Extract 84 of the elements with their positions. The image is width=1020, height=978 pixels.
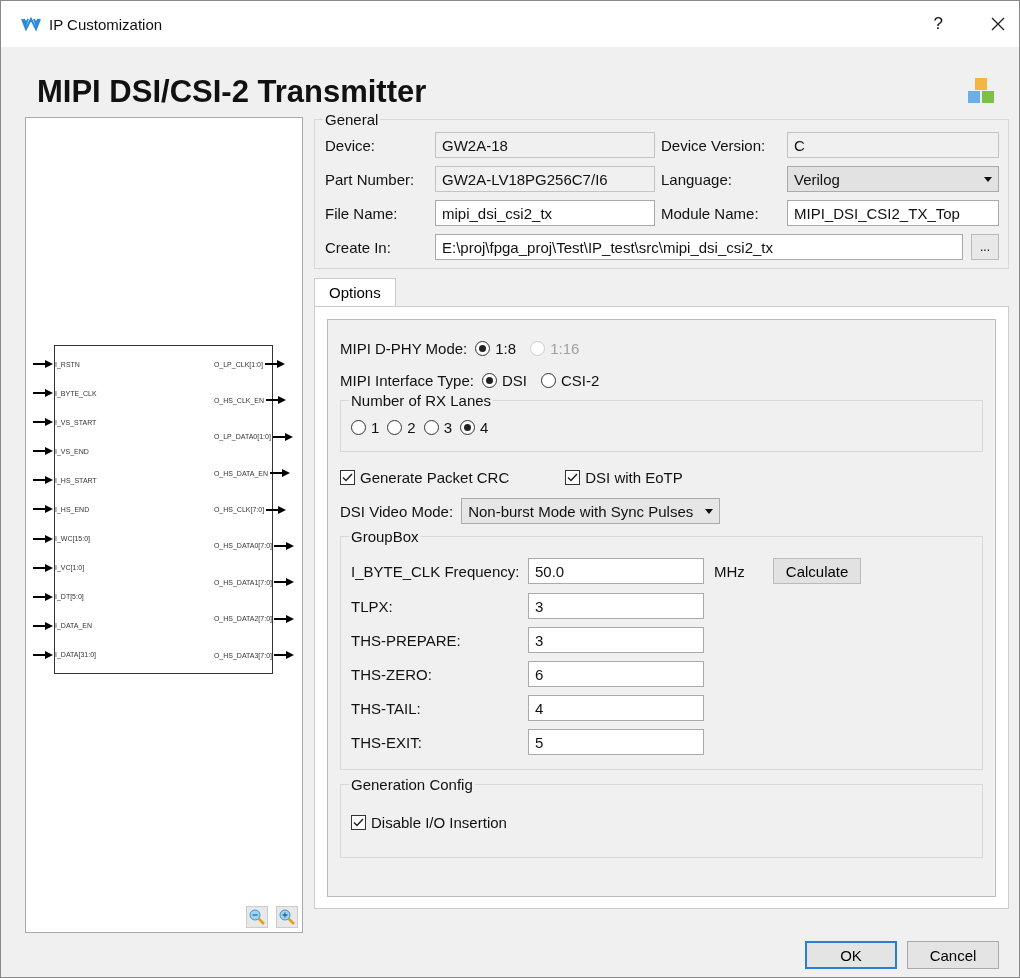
zoom-out-icon <box>249 909 265 925</box>
field-label: THS-ZERO: <box>351 665 433 683</box>
arrow-icon <box>33 389 53 398</box>
browse-button[interactable]: ... <box>971 234 999 260</box>
language-dropdown[interactable]: Verilog <box>787 166 999 192</box>
arrow-icon <box>33 592 53 601</box>
radio-option[interactable]: 4 <box>460 418 489 436</box>
zoom-in-button[interactable] <box>276 906 298 928</box>
arrow-icon <box>33 360 53 368</box>
arrow-icon <box>33 563 53 572</box>
input-field[interactable]: 6 <box>528 661 704 687</box>
readonly-field: C <box>787 132 999 158</box>
arrow-icon <box>274 651 294 659</box>
arrow-icon <box>33 534 53 543</box>
option-label: MIPI D-PHY Mode: <box>340 339 468 357</box>
checkbox[interactable]: Disable I/O Insertion <box>351 813 507 831</box>
arrow-icon <box>274 578 294 587</box>
zoom-out-button[interactable] <box>246 906 268 928</box>
field-label: THS-PREPARE: <box>351 631 462 649</box>
arrow-icon <box>33 447 53 456</box>
input-field[interactable]: mipi_dsi_csi2_tx <box>435 200 655 226</box>
field-label: THS-TAIL: <box>351 699 422 717</box>
input-field[interactable]: 3 <box>528 593 704 619</box>
radio-option[interactable]: 2 <box>387 418 416 436</box>
field-label: Part Number: <box>325 170 416 188</box>
group-title: General <box>324 111 380 128</box>
field-label: I_BYTE_CLK Frequency: <box>351 562 521 580</box>
field-label: Language: <box>661 170 733 188</box>
check-icon <box>567 472 579 482</box>
ok-button[interactable]: OK <box>805 941 897 969</box>
radio-option[interactable]: 1:8 <box>475 339 517 357</box>
tab[interactable]: Options <box>314 278 396 306</box>
group-title: Generation Config <box>350 776 474 793</box>
unit-label: MHz <box>714 562 745 580</box>
field-label: Create In: <box>325 238 392 256</box>
group-title: GroupBox <box>350 528 420 545</box>
input-field[interactable]: 3 <box>528 627 704 653</box>
option-label: MIPI Interface Type: <box>340 371 474 389</box>
input-field[interactable]: 50.0 <box>528 558 704 584</box>
checkbox[interactable]: DSI with EoTP <box>565 468 683 486</box>
arrow-icon <box>264 360 285 368</box>
check-icon <box>353 817 364 827</box>
radio-option[interactable]: 3 <box>423 418 453 436</box>
input-field[interactable]: 4 <box>528 695 704 721</box>
input-field[interactable]: MIPI_DSI_CSI2_TX_Top <box>787 200 999 226</box>
field-label: File Name: <box>325 204 399 222</box>
readonly-field: GW2A-LV18PG256C7/I6 <box>435 166 655 192</box>
arrow-icon <box>270 469 291 478</box>
arrow-icon <box>33 476 53 485</box>
arrow-icon <box>33 505 53 514</box>
arrow-icon <box>272 432 293 441</box>
arrow-icon <box>274 614 294 623</box>
input-field[interactable]: 5 <box>528 729 704 755</box>
readonly-field: GW2A-18 <box>435 132 655 158</box>
logo-icon <box>21 16 41 32</box>
help-button[interactable]: ? <box>933 14 943 34</box>
radio-option[interactable]: DSI <box>481 371 527 389</box>
group-title: Number of RX Lanes <box>350 392 493 409</box>
calculate-button[interactable]: Calculate <box>772 558 862 584</box>
field-label: Device: <box>325 136 377 154</box>
path-field[interactable]: E:\proj\fpga_proj\Test\IP_test\src\mipi_dsi_csi2_tx <box>435 234 963 260</box>
arrow-icon <box>33 650 53 659</box>
arrow-icon <box>274 541 294 550</box>
arrow-icon <box>33 418 53 427</box>
field-label: Module Name: <box>661 204 760 222</box>
video-mode-dropdown[interactable]: Non-burst Mode with Sync Pulses <box>461 498 721 524</box>
cancel-button[interactable]: Cancel <box>907 941 999 969</box>
arrow-icon <box>266 396 287 405</box>
window-title: IP Customization <box>49 15 164 33</box>
radio-option[interactable]: CSI-2 <box>540 371 600 389</box>
arrow-icon <box>33 621 53 630</box>
radio-option[interactable]: 1 <box>351 418 380 436</box>
close-icon[interactable] <box>991 17 1005 31</box>
checkbox[interactable]: Generate Packet CRC <box>340 468 510 486</box>
field-label: Device Version: <box>661 136 767 154</box>
zoom-in-icon <box>279 909 295 925</box>
arrow-icon <box>266 505 287 514</box>
caret-icon <box>705 508 714 514</box>
caret-icon <box>984 176 992 182</box>
field-label: THS-EXIT: <box>351 733 423 751</box>
check-icon <box>342 472 353 482</box>
option-label: DSI Video Mode: <box>340 502 454 520</box>
field-label: TLPX: <box>351 597 394 615</box>
page-title: MIPI DSI/CSI-2 Transmitter <box>37 74 427 110</box>
